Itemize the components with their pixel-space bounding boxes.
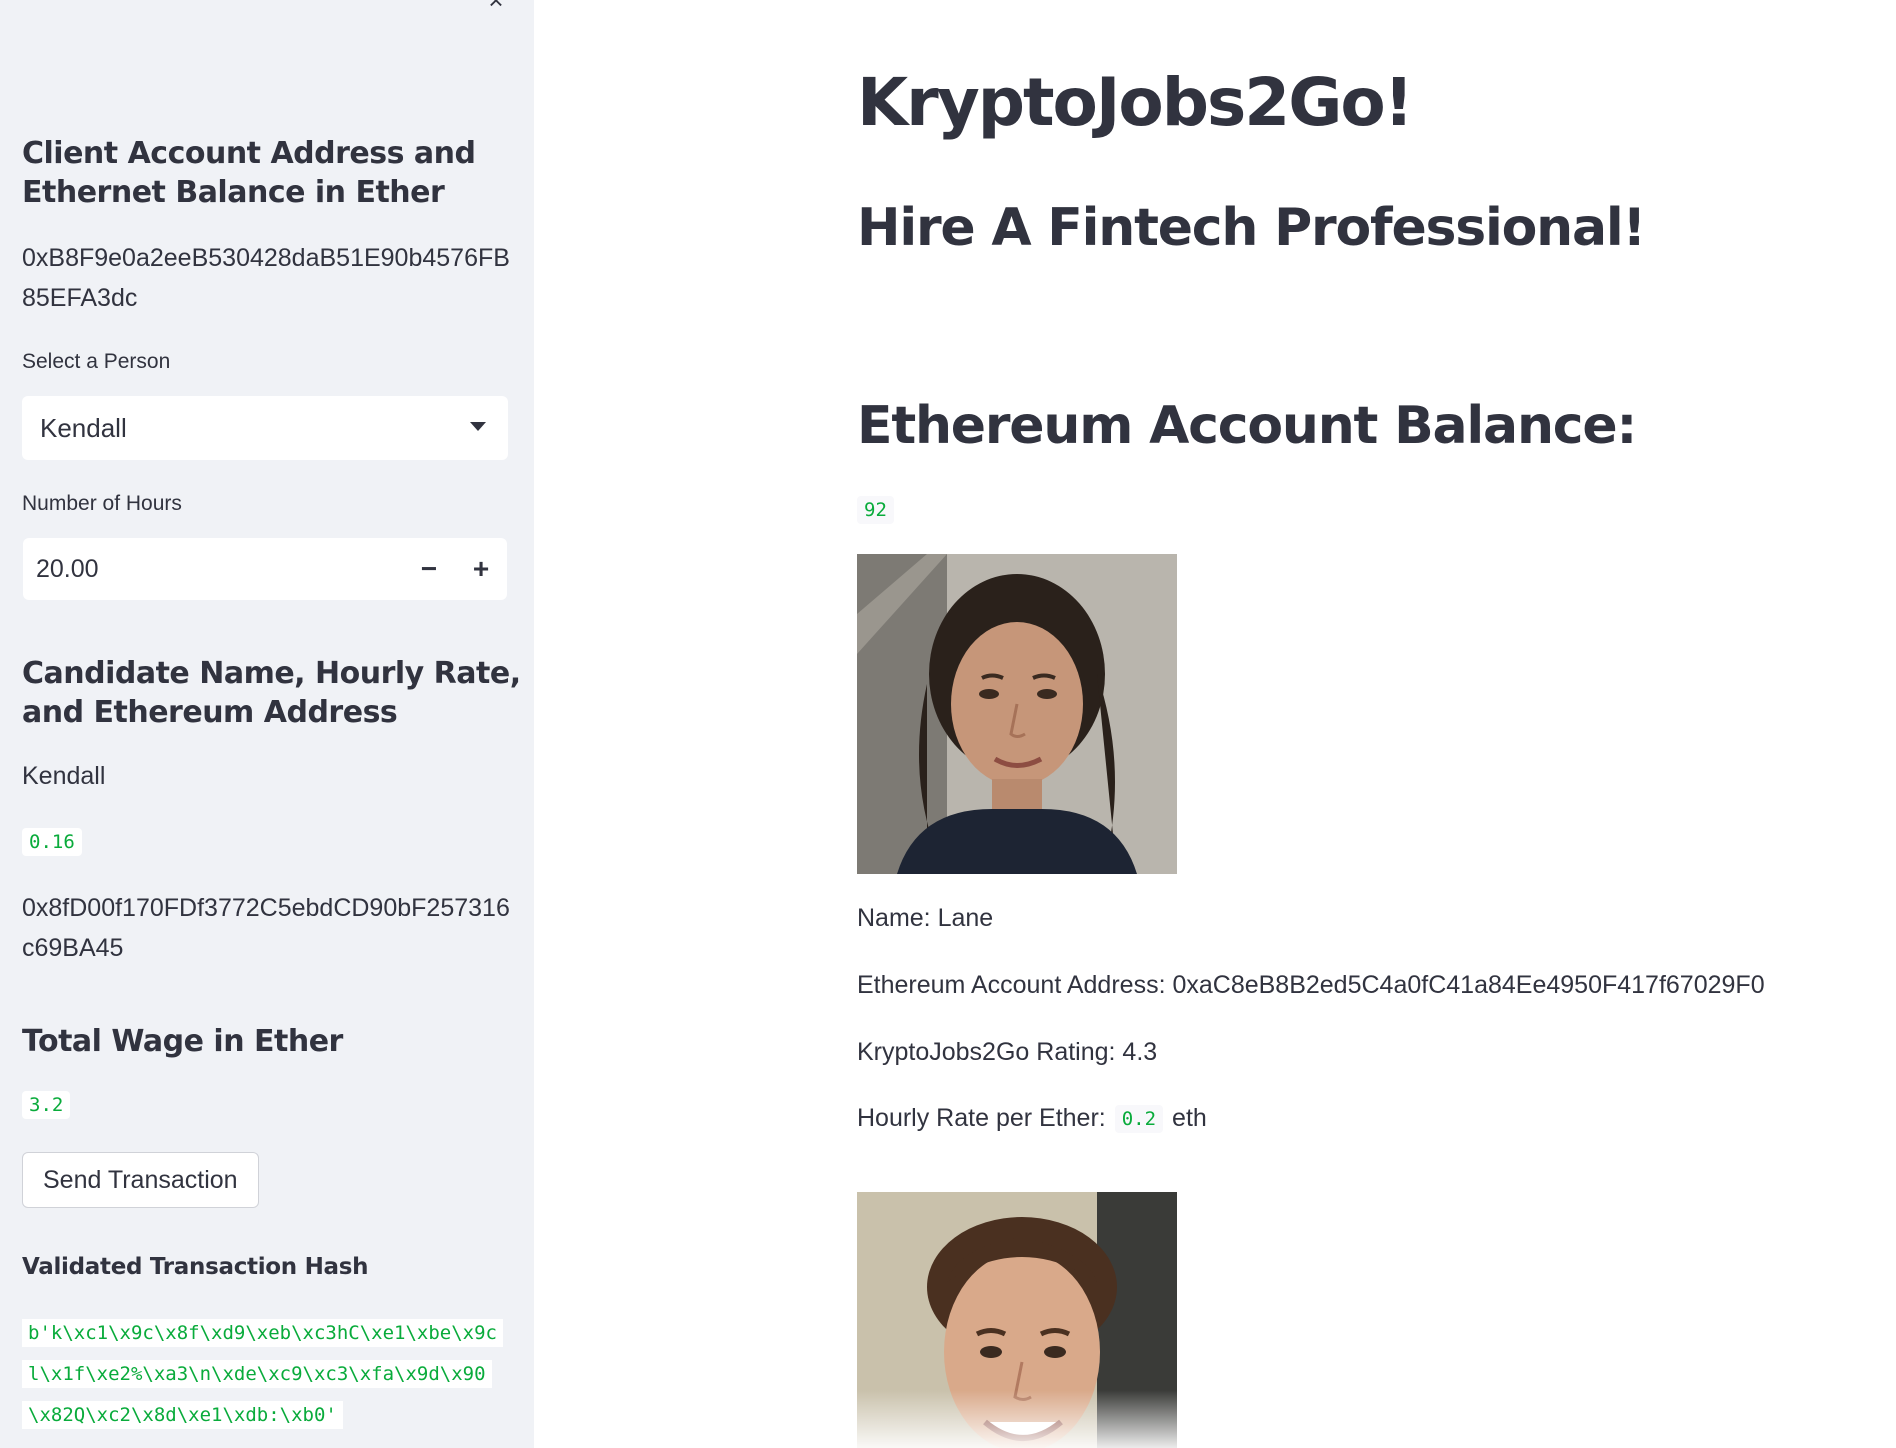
- candidate-rate: 0.16: [22, 828, 82, 856]
- portrait-image: [857, 554, 1177, 874]
- chevron-down-icon: [470, 422, 486, 431]
- decrement-button[interactable]: −: [403, 538, 455, 600]
- total-wage-heading: Total Wage in Ether: [22, 1024, 343, 1059]
- scroll-fade: [534, 1390, 1896, 1448]
- page-title: KryptoJobs2Go!: [857, 64, 1414, 141]
- transaction-hash: b'k\xc1\x9c\x8f\xd9\xeb\xc3hC\xe1\xbe\x9…: [22, 1313, 508, 1436]
- candidate-address: 0x8fD00f170FDf3772C5ebdCD90bF257316c69BA…: [22, 894, 510, 962]
- candidate-heading: Candidate Name, Hourly Rate, and Ethereu…: [22, 656, 521, 730]
- candidate-address-line: Ethereum Account Address: 0xaC8eB8B2ed5C…: [857, 971, 1765, 999]
- selected-person-value: Kendall: [40, 412, 127, 443]
- hours-input[interactable]: 20.00: [23, 555, 403, 584]
- rate-value: 0.2: [1114, 1104, 1164, 1133]
- total-wage-value: 3.2: [22, 1091, 71, 1119]
- rate-suffix: eth: [1172, 1104, 1207, 1132]
- candidate-rating-line: KryptoJobs2Go Rating: 4.3: [857, 1038, 1158, 1066]
- page-subtitle: Hire A Fintech Professional!: [857, 198, 1646, 258]
- candidate-rate-line: Hourly Rate per Ether: 0.2 eth: [857, 1104, 1207, 1133]
- client-address: 0xB8F9e0a2eeB530428daB51E90b4576FB85EFA3…: [22, 244, 510, 312]
- candidate-name: Kendall: [22, 762, 106, 790]
- send-transaction-button[interactable]: Send Transaction: [22, 1152, 259, 1208]
- hours-label: Number of Hours: [22, 492, 182, 515]
- balance-value: 92: [857, 496, 894, 524]
- rate-prefix: Hourly Rate per Ether:: [857, 1104, 1106, 1132]
- hours-stepper: 20.00 − +: [23, 538, 507, 600]
- candidate-name-line: Name: Lane: [857, 904, 994, 932]
- transaction-hash-text: b'k\xc1\x9c\x8f\xd9\xeb\xc3hC\xe1\xbe\x9…: [22, 1319, 503, 1429]
- close-sidebar-icon[interactable]: ×: [482, 0, 510, 14]
- select-person-dropdown[interactable]: Kendall: [22, 396, 508, 460]
- hash-heading: Validated Transaction Hash: [22, 1254, 369, 1280]
- client-account-heading: Client Account Address and Ethernet Bala…: [22, 136, 476, 210]
- balance-heading: Ethereum Account Balance:: [857, 396, 1637, 456]
- select-person-label: Select a Person: [22, 350, 171, 373]
- sidebar: × Client Account Address and Ethernet Ba…: [0, 0, 534, 1448]
- candidate-photo-lane: [857, 554, 1177, 874]
- increment-button[interactable]: +: [455, 538, 507, 600]
